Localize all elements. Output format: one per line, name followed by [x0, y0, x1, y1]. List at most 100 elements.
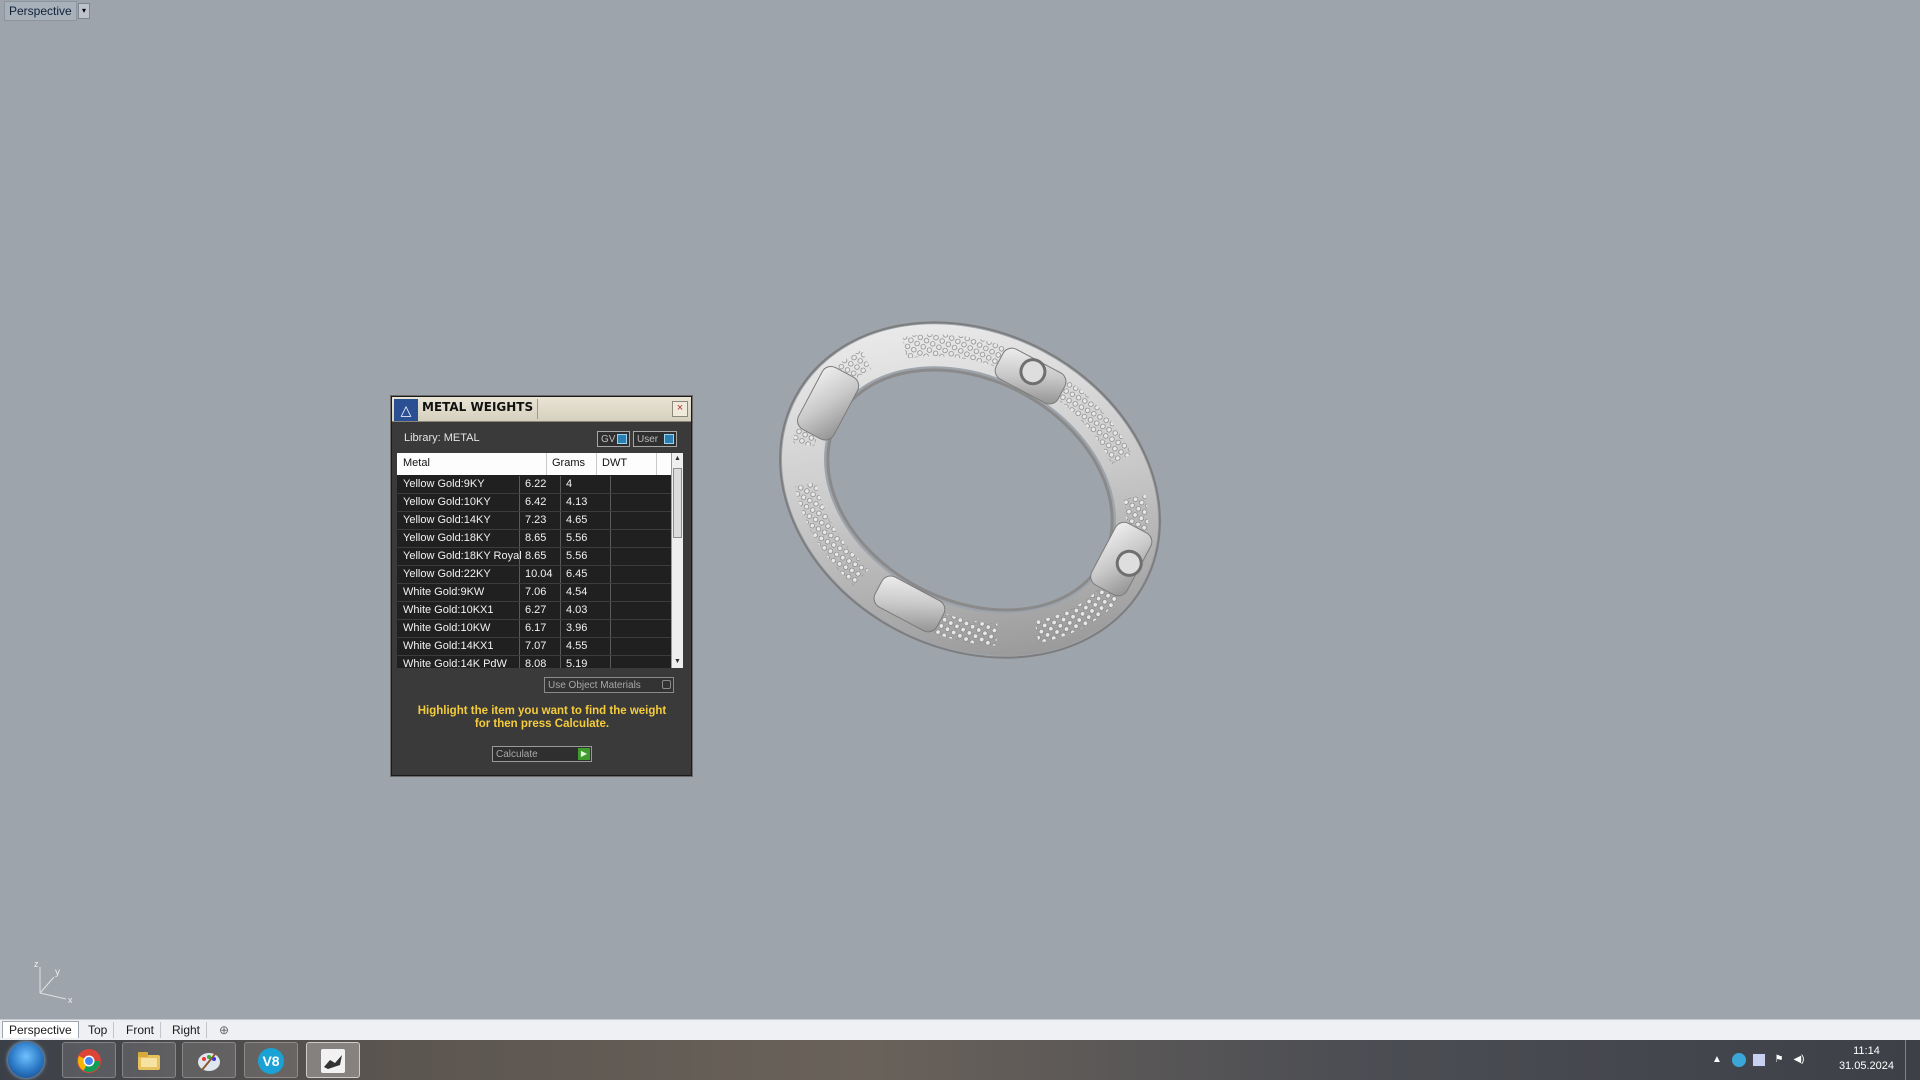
metal-weights-dialog: △ METAL WEIGHTS × Library: METAL GV User… — [391, 396, 692, 776]
cell-metal: Yellow Gold:22KY — [403, 568, 491, 580]
table-header: Metal Grams DWT — [397, 453, 671, 475]
taskbar-chrome[interactable] — [62, 1042, 116, 1078]
cell-metal: Yellow Gold:10KY — [403, 496, 491, 508]
tab-right[interactable]: Right — [166, 1022, 208, 1038]
taskbar-rhino[interactable] — [306, 1042, 360, 1078]
title-separator — [537, 399, 538, 419]
start-button[interactable] — [8, 1042, 44, 1078]
cell-divider — [519, 656, 520, 668]
user-label: User — [637, 434, 659, 445]
cell-grams: 6.22 — [525, 478, 547, 490]
calculate-button[interactable]: Calculate ▶ — [492, 746, 592, 762]
table-row[interactable]: Yellow Gold:14KY 7.23 4.65 — [397, 512, 671, 530]
plugin-logo-icon: △ — [394, 399, 418, 421]
cell-divider — [560, 620, 561, 637]
language-flag-icon[interactable] — [1752, 1053, 1766, 1067]
cell-divider — [560, 656, 561, 668]
table-row[interactable]: Yellow Gold:22KY 10.04 6.45 — [397, 566, 671, 584]
axis-z-label: z — [34, 959, 39, 969]
cell-metal: Yellow Gold:14KY — [403, 514, 491, 526]
cell-divider — [519, 494, 520, 511]
info-icon — [617, 434, 627, 444]
cell-metal: Yellow Gold:18KY Royal — [403, 550, 522, 562]
cell-grams: 7.06 — [525, 586, 547, 598]
cell-divider — [519, 566, 520, 583]
tab-top[interactable]: Top — [82, 1022, 115, 1038]
table-row[interactable]: White Gold:10KW 6.17 3.96 — [397, 620, 671, 638]
table-row[interactable]: Yellow Gold:10KY 6.42 4.13 — [397, 494, 671, 512]
table-row[interactable]: White Gold:9KW 7.06 4.54 — [397, 584, 671, 602]
cell-dwt: 5.19 — [566, 658, 588, 668]
ring-model[interactable] — [760, 270, 1180, 710]
table-row[interactable]: White Gold:14KX1 7.07 4.55 — [397, 638, 671, 656]
user-library-button[interactable]: User — [633, 431, 677, 447]
viewport-title[interactable]: Perspective — [4, 1, 77, 21]
rhino-icon — [321, 1049, 345, 1073]
column-header-metal[interactable]: Metal — [403, 457, 430, 469]
axis-y-label: y — [55, 967, 60, 978]
scroll-thumb[interactable] — [673, 468, 682, 538]
metal-table[interactable]: Metal Grams DWT Yellow Gold:9KY 6.22 4 Yell… — [397, 453, 683, 668]
cell-dwt: 4 — [566, 478, 573, 490]
cell-grams: 6.27 — [525, 604, 547, 616]
cell-divider — [610, 476, 611, 493]
action-center-flag-icon[interactable]: ⚑ — [1772, 1053, 1786, 1067]
cell-divider — [610, 602, 611, 619]
add-viewport-icon[interactable]: ⊕ — [216, 1022, 232, 1038]
dialog-title: METAL WEIGHTS — [422, 400, 534, 414]
cell-divider — [560, 494, 561, 511]
scroll-up-icon[interactable]: ▲ — [672, 453, 683, 465]
cell-divider — [610, 638, 611, 655]
viewport-menu-arrow-icon[interactable]: ▾ — [78, 3, 90, 19]
clock[interactable]: 11:14 31.05.2024 — [1839, 1044, 1894, 1074]
cell-divider — [560, 602, 561, 619]
table-row[interactable]: Yellow Gold:18KY 8.65 5.56 — [397, 530, 671, 548]
taskbar-file-explorer[interactable] — [122, 1042, 176, 1078]
table-row[interactable]: White Gold:10KX1 6.27 4.03 — [397, 602, 671, 620]
show-desktop-button[interactable] — [1905, 1040, 1920, 1080]
cell-divider — [519, 512, 520, 529]
taskbar-paint[interactable] — [182, 1042, 236, 1078]
table-row[interactable]: Yellow Gold:18KY Royal 8.65 5.56 — [397, 548, 671, 566]
cell-divider — [560, 476, 561, 493]
dialog-title-bar[interactable]: △ METAL WEIGHTS × — [392, 397, 691, 422]
show-hidden-icons-icon[interactable]: ▲ — [1710, 1053, 1724, 1067]
table-row[interactable]: White Gold:14K PdW 8.08 5.19 — [397, 656, 671, 668]
cell-divider — [610, 548, 611, 565]
cell-grams: 6.42 — [525, 496, 547, 508]
cell-dwt: 4.55 — [566, 640, 588, 652]
tab-front[interactable]: Front — [120, 1022, 162, 1038]
cell-divider — [519, 530, 520, 547]
table-row[interactable]: Yellow Gold:9KY 6.22 4 — [397, 476, 671, 494]
system-tray: ▲ ⚑ ◀) 11:14 31.05.2024 — [1700, 1040, 1920, 1080]
cell-grams: 7.23 — [525, 514, 547, 526]
column-header-dwt[interactable]: DWT — [602, 457, 627, 469]
axis-gizmo: z y x — [34, 959, 73, 1005]
volume-icon[interactable]: ◀) — [1792, 1053, 1806, 1067]
calculate-label: Calculate — [496, 749, 538, 760]
cell-divider — [610, 494, 611, 511]
chrome-icon — [77, 1049, 101, 1073]
cell-divider — [560, 566, 561, 583]
close-icon[interactable]: × — [672, 401, 688, 417]
network-globe-icon[interactable] — [1732, 1053, 1746, 1067]
column-header-grams[interactable]: Grams — [552, 457, 585, 469]
tab-perspective[interactable]: Perspective — [2, 1021, 79, 1038]
library-label: Library: METAL — [404, 432, 480, 444]
cell-divider — [610, 512, 611, 529]
clock-date: 31.05.2024 — [1838, 1060, 1894, 1072]
cell-dwt: 3.96 — [566, 622, 588, 634]
scroll-down-icon[interactable]: ▼ — [672, 656, 683, 668]
cell-dwt: 5.56 — [566, 550, 588, 562]
v8-icon: V8 — [258, 1048, 284, 1074]
cell-divider — [610, 656, 611, 668]
cell-divider — [560, 638, 561, 655]
cell-grams: 8.65 — [525, 550, 547, 562]
taskbar-v8[interactable]: V8 — [244, 1042, 298, 1078]
use-object-materials-toggle[interactable]: Use Object Materials — [544, 677, 674, 693]
gv-library-button[interactable]: GV — [597, 431, 630, 447]
cell-metal: Yellow Gold:18KY — [403, 532, 491, 544]
table-scrollbar[interactable]: ▲ ▼ — [671, 453, 683, 668]
cell-grams: 6.17 — [525, 622, 547, 634]
cell-divider — [560, 512, 561, 529]
